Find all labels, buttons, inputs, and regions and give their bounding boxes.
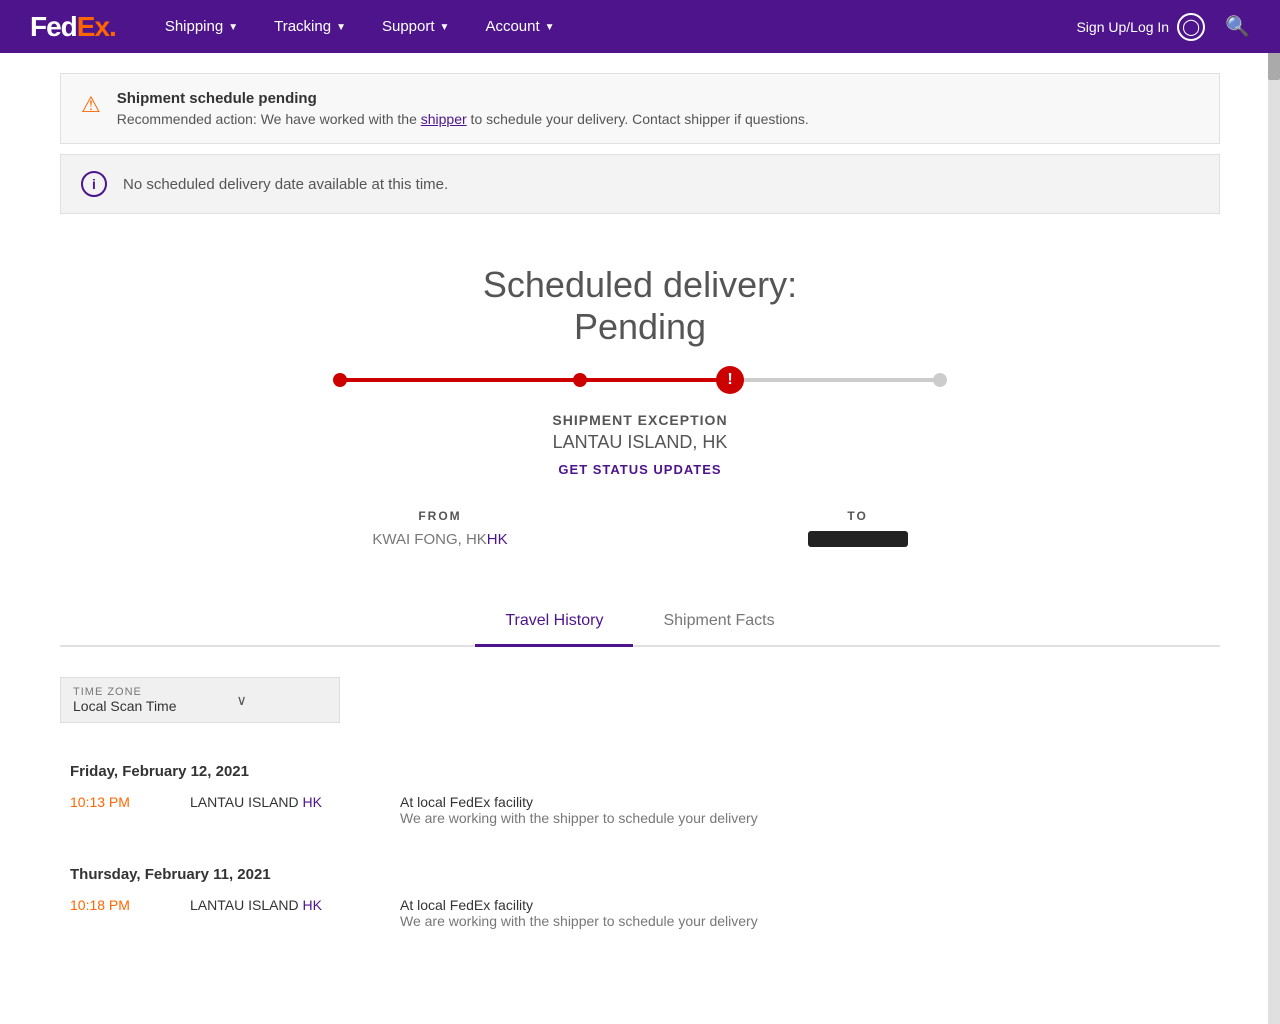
date-header-1: Friday, February 12, 2021: [70, 763, 1210, 780]
shipper-link[interactable]: shipper: [421, 111, 467, 127]
date-header-2: Thursday, February 11, 2021: [70, 866, 1210, 883]
alert-text: Shipment schedule pending Recommended ac…: [117, 90, 809, 127]
warning-icon: ⚠: [81, 92, 101, 118]
header-right: Sign Up/Log In ◯ 🔍: [1076, 13, 1250, 41]
info-text: No scheduled delivery date available at …: [123, 176, 448, 193]
tracking-chevron-icon: ▼: [336, 22, 346, 33]
entry-desc-sub-2: We are working with the shipper to sched…: [400, 913, 758, 929]
account-chevron-icon: ▼: [545, 22, 555, 33]
delivery-title: Scheduled delivery:: [60, 264, 1220, 306]
info-banner: i No scheduled delivery date available a…: [60, 154, 1220, 214]
alert-body: Recommended action: We have worked with …: [117, 111, 809, 127]
logo-ex-text: Ex: [77, 11, 109, 43]
travel-history: Friday, February 12, 2021 10:13 PM LANTA…: [60, 763, 1220, 949]
from-label: FROM: [372, 509, 507, 523]
support-chevron-icon: ▼: [440, 22, 450, 33]
alert-title: Shipment schedule pending: [117, 90, 809, 107]
entry-desc-1: At local FedEx facility We are working w…: [400, 794, 758, 826]
location-country-2: HK: [299, 897, 322, 913]
nav-account-label: Account: [485, 18, 539, 35]
nav-item-account[interactable]: Account ▼: [467, 0, 572, 53]
entry-desc-main-2: At local FedEx facility: [400, 897, 758, 913]
progress-dot-exception: !: [716, 366, 744, 394]
tab-shipment-facts[interactable]: Shipment Facts: [633, 598, 804, 647]
from-to-section: FROM KWAI FONG, HKHK TO: [60, 509, 1220, 548]
exception-label: SHIPMENT EXCEPTION: [60, 412, 1220, 428]
tab-travel-history[interactable]: Travel History: [475, 598, 633, 647]
shipment-info: SHIPMENT EXCEPTION LANTAU ISLAND, HK GET…: [60, 412, 1220, 479]
main-content: ⚠ Shipment schedule pending Recommended …: [40, 73, 1240, 1009]
alert-banner: ⚠ Shipment schedule pending Recommended …: [60, 73, 1220, 144]
scrollbar[interactable]: [1268, 0, 1280, 1024]
get-status-link[interactable]: GET STATUS UPDATES: [558, 462, 721, 477]
entry-desc-sub-1: We are working with the shipper to sched…: [400, 810, 758, 826]
fedex-logo: FedEx.: [30, 11, 117, 43]
entry-time-2: 10:18 PM: [70, 897, 160, 929]
from-column: FROM KWAI FONG, HKHK: [372, 509, 507, 548]
sign-in-label: Sign Up/Log In: [1076, 19, 1169, 35]
shipment-location: LANTAU ISLAND, HK: [60, 432, 1220, 453]
search-icon[interactable]: 🔍: [1225, 14, 1250, 39]
info-icon: i: [81, 171, 107, 197]
timezone-label: TIME ZONE: [73, 686, 177, 698]
progress-dot-4: [933, 373, 947, 387]
delivery-status: Pending: [60, 306, 1220, 348]
progress-bar: !: [60, 378, 1220, 382]
history-entry-1: 10:13 PM LANTAU ISLAND HK At local FedEx…: [70, 794, 1210, 846]
entry-time-1: 10:13 PM: [70, 794, 160, 826]
to-label: TO: [808, 509, 908, 523]
from-location-name: KWAI FONG, HK: [372, 531, 486, 548]
shipping-chevron-icon: ▼: [228, 22, 238, 33]
progress-dot-1: [333, 373, 347, 387]
logo-fed-text: Fed: [30, 11, 77, 43]
timezone-dropdown[interactable]: TIME ZONE Local Scan Time ∨: [60, 677, 340, 723]
delivery-section: Scheduled delivery: Pending ! SHIPMENT E…: [60, 234, 1220, 598]
location-country-1: HK: [299, 794, 322, 810]
sign-in-button[interactable]: Sign Up/Log In ◯: [1076, 13, 1205, 41]
from-location: KWAI FONG, HKHK: [372, 531, 507, 548]
logo-dot: .: [109, 11, 117, 43]
history-entry-2: 10:18 PM LANTAU ISLAND HK At local FedEx…: [70, 897, 1210, 949]
entry-location-2: LANTAU ISLAND HK: [190, 897, 370, 929]
from-location-country: HK: [487, 531, 508, 548]
progress-dot-2: [573, 373, 587, 387]
timezone-value: Local Scan Time: [73, 698, 177, 714]
to-location-redacted: [808, 531, 908, 547]
tabs: Travel History Shipment Facts: [60, 598, 1220, 647]
main-nav: Shipping ▼ Tracking ▼ Support ▼ Account …: [147, 0, 1077, 53]
entry-location-1: LANTAU ISLAND HK: [190, 794, 370, 826]
nav-item-shipping[interactable]: Shipping ▼: [147, 0, 256, 53]
progress-filled: [340, 378, 730, 382]
to-column: TO: [808, 509, 908, 548]
nav-item-support[interactable]: Support ▼: [364, 0, 467, 53]
nav-tracking-label: Tracking: [274, 18, 331, 35]
nav-support-label: Support: [382, 18, 435, 35]
entry-desc-2: At local FedEx facility We are working w…: [400, 897, 758, 929]
nav-shipping-label: Shipping: [165, 18, 223, 35]
timezone-chevron-icon: ∨: [237, 692, 247, 709]
header: FedEx. Shipping ▼ Tracking ▼ Support ▼ A…: [0, 0, 1280, 53]
entry-desc-main-1: At local FedEx facility: [400, 794, 758, 810]
progress-track: !: [340, 378, 940, 382]
user-icon: ◯: [1177, 13, 1205, 41]
location-name-1: LANTAU ISLAND: [190, 794, 299, 810]
location-name-2: LANTAU ISLAND: [190, 897, 299, 913]
nav-item-tracking[interactable]: Tracking ▼: [256, 0, 364, 53]
